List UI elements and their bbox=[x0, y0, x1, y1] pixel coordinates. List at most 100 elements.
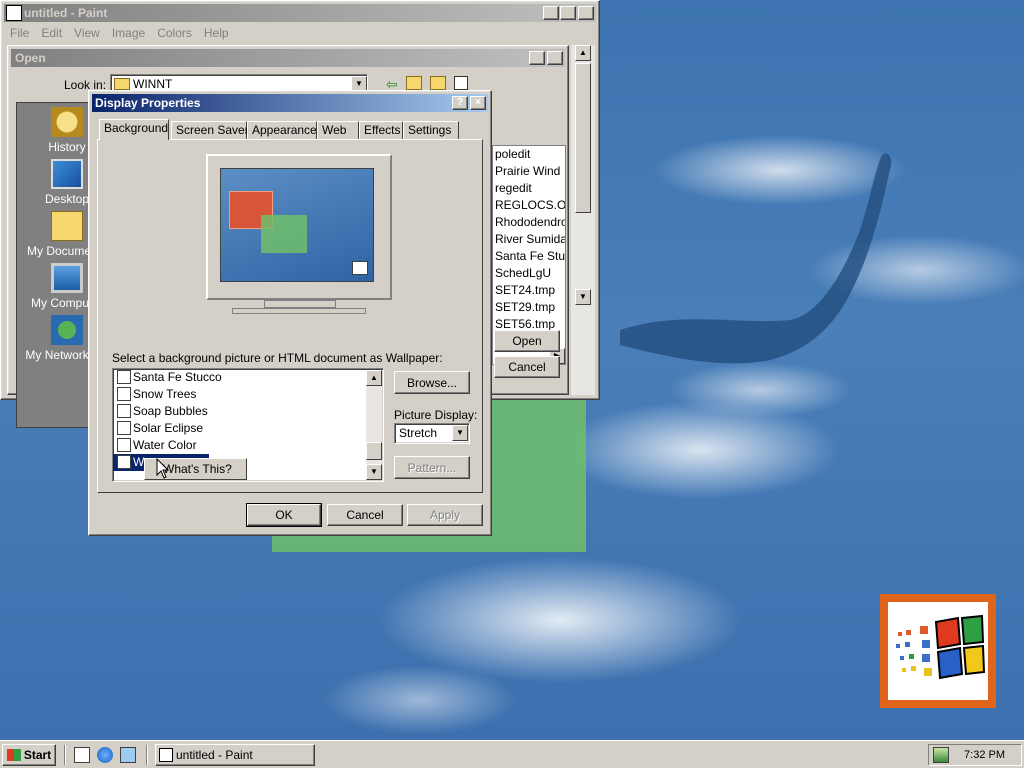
wallpaper-prompt: Select a background picture or HTML docu… bbox=[112, 351, 443, 365]
scroll-thumb[interactable] bbox=[575, 63, 591, 213]
scroll-down-button[interactable]: ▼ bbox=[575, 289, 591, 305]
scroll-down-button[interactable]: ▼ bbox=[366, 464, 382, 480]
history-icon bbox=[51, 107, 83, 137]
menu-view[interactable]: View bbox=[68, 23, 106, 43]
open-titlebar[interactable]: Open ? × bbox=[11, 49, 565, 67]
file-item[interactable]: SET24.tmp bbox=[493, 282, 565, 299]
open-button[interactable]: Open bbox=[494, 330, 560, 352]
apply-button[interactable]: Apply bbox=[407, 504, 483, 526]
pattern-button[interactable]: Pattern... bbox=[394, 456, 470, 479]
file-item[interactable]: Rhododendro bbox=[493, 214, 565, 231]
desktop-icon bbox=[51, 159, 83, 189]
wallpaper-item[interactable]: Solar Eclipse bbox=[113, 420, 383, 437]
monitor-screen bbox=[220, 168, 374, 282]
show-desktop-icon[interactable] bbox=[74, 747, 90, 763]
html-document-icon bbox=[117, 404, 131, 418]
open-help-button[interactable]: ? bbox=[529, 51, 545, 65]
my-documents-icon bbox=[51, 211, 83, 241]
tab-appearance[interactable]: Appearance bbox=[247, 121, 317, 139]
scroll-up-button[interactable]: ▲ bbox=[575, 45, 591, 61]
monitor-preview bbox=[206, 154, 392, 318]
wallpaper-item[interactable]: Soap Bubbles bbox=[113, 403, 383, 420]
menu-file[interactable]: File bbox=[4, 23, 35, 43]
paint-app-icon bbox=[6, 5, 22, 21]
windows-logo bbox=[880, 594, 996, 708]
file-item[interactable]: Santa Fe Stu bbox=[493, 248, 565, 265]
display-properties-title: Display Properties bbox=[95, 96, 201, 110]
tab-web[interactable]: Web bbox=[317, 121, 359, 139]
task-divider bbox=[146, 745, 148, 765]
places-bar: History Desktop My Documents My Computer… bbox=[16, 102, 109, 428]
wallpaper-item-label: Soap Bubbles bbox=[133, 404, 208, 418]
file-item[interactable]: SET29.tmp bbox=[493, 299, 565, 316]
menu-help[interactable]: Help bbox=[198, 23, 235, 43]
display-properties-titlebar[interactable]: Display Properties ? × bbox=[92, 94, 488, 112]
picture-display-value: Stretch bbox=[399, 426, 438, 440]
preview-windows-logo-icon bbox=[352, 261, 368, 275]
scroll-up-button[interactable]: ▲ bbox=[366, 370, 382, 386]
paint-vertical-scrollbar[interactable]: ▲ ▼ bbox=[571, 45, 595, 395]
file-item[interactable]: Prairie Wind bbox=[493, 163, 565, 180]
maximize-button[interactable]: □ bbox=[560, 6, 576, 20]
close-button[interactable]: × bbox=[578, 6, 594, 20]
html-document-icon bbox=[117, 438, 131, 452]
picture-display-select[interactable]: Stretch ▼ bbox=[394, 423, 470, 444]
close-button[interactable]: × bbox=[470, 96, 486, 110]
preview-green-panel bbox=[261, 215, 307, 253]
folder-icon bbox=[114, 78, 130, 90]
outlook-express-icon[interactable] bbox=[120, 747, 136, 763]
system-tray: 7:32 PM bbox=[928, 744, 1022, 766]
monitor-stand bbox=[232, 308, 366, 314]
cancel-button[interactable]: Cancel bbox=[327, 504, 403, 526]
tab-settings[interactable]: Settings bbox=[403, 121, 459, 139]
wallpaper-item-label: Solar Eclipse bbox=[133, 421, 204, 435]
open-cancel-button[interactable]: Cancel bbox=[494, 356, 560, 378]
ok-button[interactable]: OK bbox=[246, 503, 322, 527]
wallpaper-item-label: W bbox=[133, 455, 145, 469]
whats-this-item[interactable]: What's This? bbox=[163, 462, 232, 476]
wallpaper-item[interactable]: Snow Trees bbox=[113, 386, 383, 403]
wallpaper-item-label: Snow Trees bbox=[133, 387, 197, 401]
help-button[interactable]: ? bbox=[452, 96, 468, 110]
menu-image[interactable]: Image bbox=[106, 23, 151, 43]
internet-explorer-icon[interactable] bbox=[97, 747, 113, 763]
taskbar-paint-button[interactable]: untitled - Paint bbox=[155, 744, 315, 766]
diver-silhouette bbox=[620, 153, 892, 364]
wallpaper-item-label: Water Color bbox=[133, 438, 197, 452]
file-item[interactable]: regedit bbox=[493, 180, 565, 197]
minimize-button[interactable]: _ bbox=[543, 6, 559, 20]
browse-button[interactable]: Browse... bbox=[394, 371, 470, 394]
chevron-down-icon[interactable]: ▼ bbox=[452, 425, 468, 441]
tab-effects[interactable]: Effects bbox=[359, 121, 403, 139]
paint-app-icon bbox=[159, 748, 173, 762]
view-menu-icon[interactable] bbox=[454, 76, 468, 90]
wallpaper-list-scrollbar[interactable]: ▲ ▼ bbox=[366, 370, 382, 480]
html-document-icon bbox=[117, 455, 131, 469]
quick-launch-divider bbox=[64, 745, 66, 765]
wallpaper-item[interactable]: Water Color bbox=[113, 437, 383, 454]
open-close-button[interactable]: × bbox=[547, 51, 563, 65]
start-button[interactable]: Start bbox=[2, 744, 56, 766]
paint-title: untitled - Paint bbox=[24, 6, 108, 20]
look-in-value: WINNT bbox=[133, 77, 173, 91]
place-history-label: History bbox=[48, 140, 86, 154]
tab-background[interactable]: Background bbox=[99, 119, 169, 140]
new-folder-icon[interactable] bbox=[430, 76, 446, 90]
html-document-icon bbox=[117, 387, 131, 401]
scroll-thumb[interactable] bbox=[366, 442, 382, 460]
clock[interactable]: 7:32 PM bbox=[964, 749, 1005, 761]
wallpaper-item-label: Santa Fe Stucco bbox=[133, 370, 222, 384]
file-item[interactable]: River Sumida bbox=[493, 231, 565, 248]
up-folder-icon[interactable] bbox=[406, 76, 422, 90]
file-item[interactable]: SchedLgU bbox=[493, 265, 565, 282]
file-item[interactable]: REGLOCS.OL bbox=[493, 197, 565, 214]
paint-titlebar[interactable]: untitled - Paint _ □ × bbox=[4, 4, 596, 22]
wallpaper-item[interactable]: Santa Fe Stucco bbox=[113, 369, 383, 386]
html-document-icon bbox=[117, 421, 131, 435]
network-tray-icon[interactable] bbox=[933, 747, 949, 763]
menu-edit[interactable]: Edit bbox=[35, 23, 68, 43]
menu-colors[interactable]: Colors bbox=[151, 23, 198, 43]
tab-screen-saver[interactable]: Screen Saver bbox=[171, 121, 249, 139]
file-item[interactable]: poledit bbox=[493, 146, 565, 163]
taskbar: Start untitled - Paint 7:32 PM bbox=[0, 740, 1024, 768]
